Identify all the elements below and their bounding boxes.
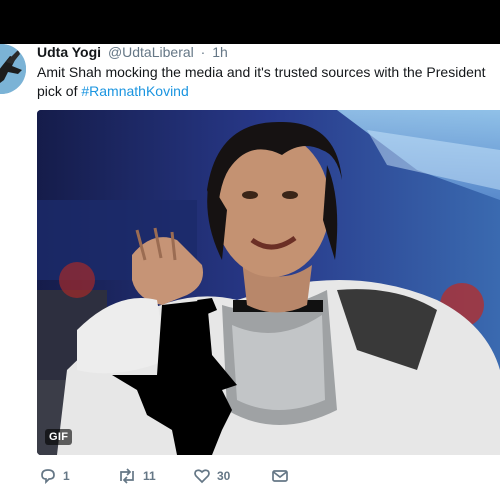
reply-button[interactable]: 1 xyxy=(39,466,70,486)
hashtag-link[interactable]: #RamnathKovind xyxy=(81,83,188,99)
gif-badge: GIF xyxy=(45,429,73,445)
header-separator: · xyxy=(200,44,206,60)
tweet-timestamp[interactable]: 1h xyxy=(212,44,228,60)
like-count: 30 xyxy=(217,469,231,483)
reply-count: 1 xyxy=(63,469,70,483)
avatar[interactable] xyxy=(0,44,26,94)
direct-message-button[interactable] xyxy=(271,466,289,486)
like-icon xyxy=(193,468,211,484)
tweet-text: Amit Shah mocking the media and it's tru… xyxy=(37,63,492,101)
retweet-button[interactable]: 11 xyxy=(117,466,156,486)
retweet-count: 11 xyxy=(143,469,156,483)
avatar-image xyxy=(0,44,26,94)
like-button[interactable]: 30 xyxy=(193,466,230,486)
tweet-header: Udta Yogi @UdtaLiberal · 1h xyxy=(37,42,228,62)
top-bar xyxy=(0,0,500,44)
tweet-actions: 1 11 30 xyxy=(37,466,337,486)
display-name[interactable]: Udta Yogi xyxy=(37,44,101,60)
retweet-icon xyxy=(117,468,137,484)
reply-icon xyxy=(39,468,57,484)
direct-message-icon xyxy=(271,468,289,484)
tweet-gif[interactable]: GIF xyxy=(37,110,500,455)
user-handle[interactable]: @UdtaLiberal xyxy=(108,44,194,60)
gif-frame xyxy=(37,110,500,455)
